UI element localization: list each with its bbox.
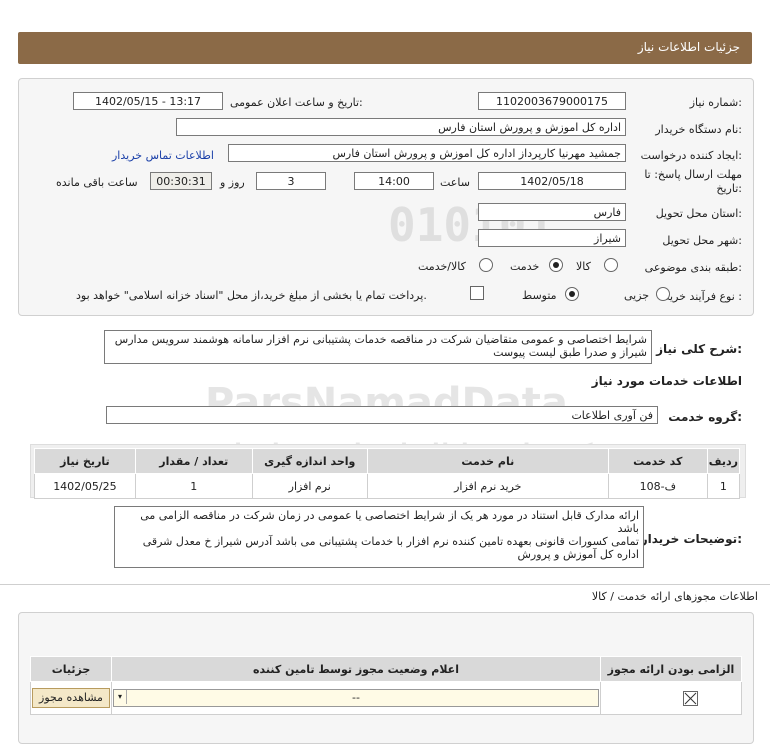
col-name: نام خدمت — [366, 448, 609, 474]
buyer-notes-label: توضیحات خریدار: — [640, 532, 742, 546]
col-unit: واحد اندازه گیری — [251, 448, 368, 474]
payment-note: پرداخت تمام یا بخشی از مبلغ خرید،از محل … — [76, 289, 427, 302]
deadline-date-field[interactable]: 1402/05/18 — [478, 172, 626, 190]
category-option-goods: کالا — [576, 260, 591, 273]
summary-label: شرح کلی نیاز: — [656, 342, 742, 356]
buyer-org-field[interactable]: اداره کل اموزش و پرورش استان فارس — [176, 118, 626, 136]
cell-row: 1 — [706, 473, 741, 499]
col-date: تاریخ نیاز — [34, 448, 136, 474]
select-arrow-icon: ▾ — [114, 690, 127, 704]
services-section-title: اطلاعات خدمات مورد نیاز — [591, 374, 742, 388]
summary-text[interactable]: شرایط اختصاصی و عمومی متقاضیان شرکت در م… — [104, 330, 652, 364]
page-title: جزئیات اطلاعات نیاز — [637, 40, 740, 54]
buyer-notes-line-2: تمامی کسورات قانونی بعهده تامین کننده نر… — [142, 535, 639, 561]
table-row[interactable]: 1 ف-108 خرید نرم افزار نرم افزار 1 1402/… — [34, 473, 741, 499]
category-option-goods-service: کالا/خدمت — [418, 260, 466, 273]
process-option-minor: جزیی — [624, 289, 650, 302]
deadline-label: مهلت ارسال پاسخ: تا — [644, 168, 742, 181]
need-number-label: شماره نیاز: — [689, 96, 742, 109]
requester-field[interactable]: جمشید مهرنیا کارپرداز اداره کل اموزش و پ… — [228, 144, 626, 162]
announce-label: تاریخ و ساعت اعلان عمومی: — [230, 96, 363, 109]
city-label: شهر محل تحویل: — [662, 234, 742, 247]
treasury-checkbox[interactable] — [470, 286, 484, 300]
process-radio-minor[interactable] — [656, 287, 670, 301]
col-row: ردیف — [706, 448, 741, 474]
col-qty: تعداد / مقدار — [134, 448, 253, 474]
days-field[interactable]: 3 — [256, 172, 326, 190]
days-label: روز و — [220, 176, 245, 189]
col-required: الزامی بودن ارائه مجوز — [600, 656, 742, 682]
remaining-label: ساعت باقی مانده — [56, 176, 138, 189]
remaining-time-field: 00:30:31 — [150, 172, 212, 190]
time-label: ساعت — [440, 176, 470, 189]
services-table: ردیف کد خدمت نام خدمت واحد اندازه گیری ت… — [34, 448, 741, 499]
process-radio-medium[interactable] — [565, 287, 579, 301]
permits-divider — [0, 584, 770, 585]
cell-unit: نرم افزار — [251, 473, 368, 499]
info-panel — [18, 78, 754, 316]
permit-status-value: -- — [352, 691, 360, 704]
cell-name: خرید نرم افزار — [366, 473, 609, 499]
cell-code: ف-108 — [607, 473, 708, 499]
category-radio-goods-service[interactable] — [479, 258, 493, 272]
category-label: طبقه بندی موضوعی: — [644, 261, 742, 274]
permits-section-title: اطلاعات مجوزهای ارائه خدمت / کالا — [591, 590, 758, 603]
process-option-medium: متوسط — [522, 289, 557, 302]
buyer-notes-line-1: ارائه مدارک قابل استناد در مورد هر یک از… — [140, 509, 639, 535]
city-field[interactable]: شیراز — [478, 229, 626, 247]
contact-buyer-link[interactable]: اطلاعات تماس خریدار — [112, 149, 214, 162]
view-permit-button[interactable]: مشاهده مجوز — [32, 688, 110, 708]
process-label: نوع فرآیند خرید : — [664, 290, 742, 303]
category-option-service: خدمت — [510, 260, 540, 273]
deadline-time-field[interactable]: 14:00 — [354, 172, 434, 190]
buyer-org-label: نام دستگاه خریدار: — [655, 123, 742, 136]
service-group-field[interactable]: فن آوری اطلاعات — [106, 406, 658, 424]
col-details: جزئیات — [30, 656, 112, 682]
category-radio-goods[interactable] — [604, 258, 618, 272]
page-header: جزئیات اطلاعات نیاز — [18, 32, 752, 64]
category-radio-service[interactable] — [549, 258, 563, 272]
province-field[interactable]: فارس — [478, 203, 626, 221]
table-row: ▾ -- مشاهده مجوز — [30, 681, 742, 715]
cell-qty: 1 — [134, 473, 253, 499]
col-code: کد خدمت — [607, 448, 708, 474]
cell-date: 1402/05/25 — [34, 473, 136, 499]
required-checkbox-icon[interactable] — [682, 690, 698, 706]
buyer-notes-text[interactable]: ارائه مدارک قابل استناد در مورد هر یک از… — [114, 506, 644, 568]
need-number-field[interactable]: 1102003679000175 — [478, 92, 626, 110]
deadline-label-date: تاریخ: — [716, 182, 742, 195]
permits-table: الزامی بودن ارائه مجوز اعلام وضعیت مجوز … — [30, 656, 742, 715]
requester-label: ایجاد کننده درخواست: — [640, 149, 742, 162]
announce-field[interactable]: 1402/05/15 - 13:17 — [73, 92, 223, 110]
province-label: استان محل تحویل: — [655, 207, 742, 220]
col-status: اعلام وضعیت مجوز توسط تامین کننده — [111, 656, 601, 682]
permit-status-select[interactable]: ▾ -- — [113, 689, 599, 707]
service-group-label: گروه خدمت: — [668, 410, 742, 424]
